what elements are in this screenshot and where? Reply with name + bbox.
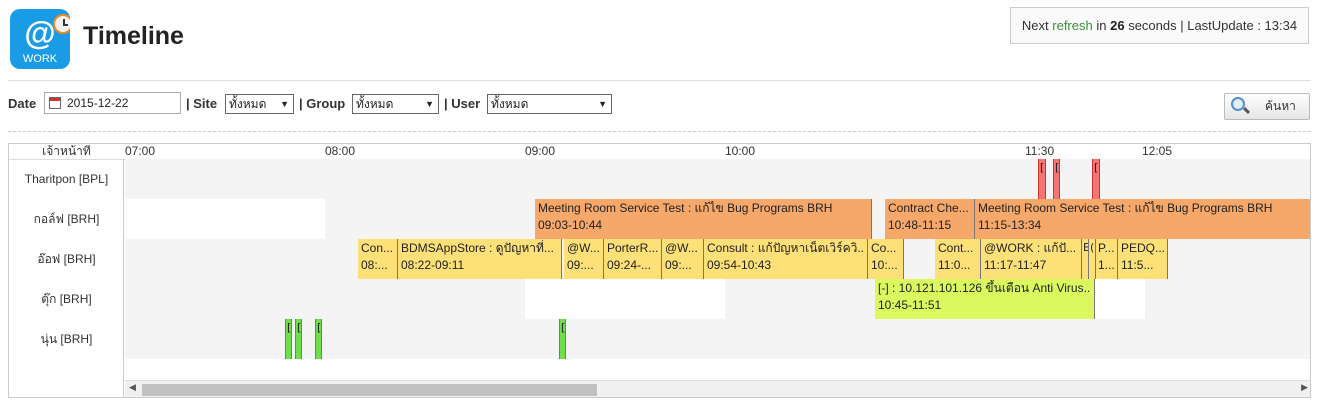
scroll-left-icon[interactable]: ◀ — [129, 383, 136, 393]
refresh-suffix: seconds | LastUpdate : 13:34 — [1128, 18, 1298, 33]
timeline-event[interactable]: Con... 08:... — [358, 239, 398, 279]
date-value: 2015-12-22 — [67, 96, 129, 110]
search-button[interactable]: ค้นหา — [1224, 93, 1310, 120]
timeline-event[interactable]: [ — [295, 319, 302, 359]
refresh-prefix: Next — [1021, 18, 1049, 33]
timeline-event[interactable]: [ — [1038, 159, 1046, 199]
chevron-down-icon: ▼ — [280, 99, 289, 109]
timeline-header: เจ้าหน้าที่ 07:00 08:00 09:00 10:00 11:3… — [9, 144, 1310, 160]
timeline-event[interactable]: [ — [1053, 159, 1060, 199]
staff-name: อ๊อฟ [BRH] — [37, 252, 96, 266]
staff-column-header: เจ้าหน้าที่ — [42, 144, 91, 158]
time-tick: 11:30 — [1025, 144, 1055, 158]
horizontal-scrollbar[interactable]: ◀ ▶ — [125, 380, 1310, 397]
user-value: ทั้งหมด — [491, 97, 529, 111]
time-tick: 07:00 — [125, 144, 156, 158]
timeline-event[interactable]: @WORK : แก้ปั... 11:17-11:47 — [981, 239, 1082, 279]
timeline-event[interactable]: P... 1... — [1096, 239, 1118, 279]
time-tick: 10:00 — [725, 144, 756, 158]
staff-name: Tharitpon [BPL] — [24, 172, 109, 186]
timeline-event[interactable]: [ — [559, 319, 566, 359]
timeline-event[interactable]: [ — [315, 319, 322, 359]
search-button-label: ค้นหา — [1265, 99, 1296, 113]
logo-text: WORK — [22, 53, 58, 65]
user-label: | User — [444, 96, 481, 111]
timeline-event[interactable]: PorterR... 09:24-... — [604, 239, 662, 279]
timeline-event[interactable]: E — [1082, 239, 1089, 279]
timeline-event[interactable]: Meeting Room Service Test : แก้ไข Bug Pr… — [535, 199, 872, 239]
chevron-down-icon: ▼ — [425, 99, 434, 109]
refresh-word: refresh — [1052, 18, 1093, 33]
timeline-event[interactable]: Contract Che... 10:48-11:15 — [885, 199, 975, 239]
timeline-row: Con... 08:... BDMSAppStore : ดูปัญหาที่..… — [125, 239, 1310, 279]
scroll-right-icon[interactable]: ▶ — [1301, 383, 1308, 393]
timeline-event[interactable]: Meeting Room Service Test : แก้ไข Bug Pr… — [975, 199, 1310, 239]
timeline-row: [ [ [ [ — [125, 319, 1310, 359]
staff-name: กอล์ฟ [BRH] — [33, 212, 100, 226]
timeline-grid: เจ้าหน้าที่ 07:00 08:00 09:00 10:00 11:3… — [8, 143, 1311, 398]
date-input[interactable]: 2015-12-22 — [44, 92, 181, 114]
timeline-row-bg — [125, 279, 525, 319]
refresh-status: Next refresh in 26 seconds | LastUpdate … — [1010, 7, 1309, 44]
refresh-seconds: 26 — [1110, 18, 1125, 33]
refresh-middle: in — [1096, 18, 1107, 33]
timeline-row: [ [ [ — [125, 159, 1310, 199]
staff-name: นุ่น [BRH] — [40, 332, 93, 346]
timeline-event[interactable]: Co... 10:... — [868, 239, 904, 279]
timeline-event[interactable]: @W... 09:... — [662, 239, 704, 279]
header-divider — [8, 80, 1311, 81]
time-tick: 09:00 — [525, 144, 556, 158]
site-label: | Site — [186, 96, 218, 111]
time-tick: 12:05 — [1142, 144, 1173, 158]
chevron-down-icon: ▼ — [598, 99, 607, 109]
calendar-icon[interactable] — [49, 97, 61, 109]
time-tick: 08:00 — [325, 144, 356, 158]
app-logo: @ WORK — [10, 9, 70, 69]
scrollbar-thumb[interactable] — [142, 384, 597, 396]
timeline-row: Meeting Room Service Test : แก้ไข Bug Pr… — [125, 199, 1310, 239]
timeline-event[interactable]: [ — [285, 319, 292, 359]
site-select[interactable]: ทั้งหมด ▼ — [225, 94, 294, 114]
clock-icon — [53, 14, 70, 34]
group-label: | Group — [299, 96, 346, 111]
timeline-event[interactable]: BDMSAppStore : ดูปัญหาที่... 08:22-09:11 — [398, 239, 562, 279]
timeline-row: [-] : 10.121.101.126 ขึ้นเตือน Anti Viru… — [125, 279, 1310, 319]
timeline-event[interactable]: Cont... 11:0... — [935, 239, 981, 279]
staff-column: Tharitpon [BPL] กอล์ฟ [BRH] อ๊อฟ [BRH] ต… — [9, 159, 124, 397]
section-divider — [8, 131, 1311, 132]
site-value: ทั้งหมด — [229, 97, 267, 111]
timeline-row-bg — [1095, 279, 1145, 319]
user-select[interactable]: ทั้งหมด ▼ — [487, 94, 612, 114]
timeline-event[interactable]: Consult : แก้ปัญหาเน็ตเวิร์ควิ... 09:54-1… — [704, 239, 868, 279]
search-icon — [1231, 97, 1245, 111]
timeline-event[interactable]: PEDQ... 11:5... — [1118, 239, 1168, 279]
page-title: Timeline — [83, 22, 184, 50]
timeline-event[interactable]: ( — [1089, 239, 1096, 279]
timeline-event[interactable]: [ — [1092, 159, 1100, 199]
timeline-event[interactable]: @W... 09:... — [564, 239, 604, 279]
staff-name: ตุ๊ก [BRH] — [41, 292, 92, 306]
date-label: Date — [8, 96, 37, 111]
group-select[interactable]: ทั้งหมด ▼ — [352, 94, 439, 114]
timeline-event[interactable]: [-] : 10.121.101.126 ขึ้นเตือน Anti Viru… — [875, 279, 1095, 319]
group-value: ทั้งหมด — [356, 97, 394, 111]
